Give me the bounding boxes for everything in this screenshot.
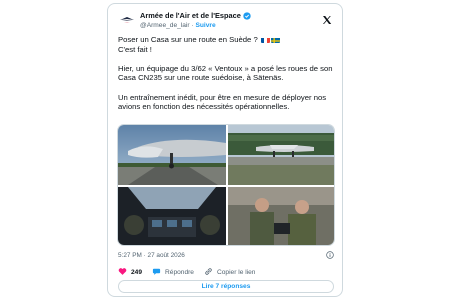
armee-air-espace-logo-icon[interactable] <box>118 11 136 29</box>
author-display-name[interactable]: Armée de l'Air et de l'Espace <box>140 11 241 20</box>
reply-button[interactable]: Répondre <box>152 267 194 278</box>
x-logo-icon[interactable] <box>322 12 332 24</box>
post-meta: 5:27 PM · 27 août 2026 <box>118 250 334 260</box>
post-header: Armée de l'Air et de l'Espace @Armee_de_… <box>118 10 334 34</box>
post-paragraph-3: Un entraînement inédit, pour être en mes… <box>118 92 327 112</box>
like-button[interactable]: 249 <box>118 267 142 278</box>
follow-button[interactable]: Suivre <box>195 22 215 29</box>
copy-link-label: Copier le lien <box>216 268 256 276</box>
author-block: Armée de l'Air et de l'Espace @Armee_de_… <box>140 11 251 29</box>
copy-link-button[interactable]: Copier le lien <box>204 267 255 278</box>
link-icon <box>204 267 213 278</box>
heart-icon <box>118 267 127 278</box>
media-grid <box>117 124 335 246</box>
reply-bubble-icon <box>152 267 161 278</box>
post-card: Armée de l'Air et de l'Espace @Armee_de_… <box>107 3 343 297</box>
crew-with-tablet-photo[interactable] <box>228 187 334 245</box>
reply-label: Répondre <box>165 268 194 276</box>
author-handle[interactable]: @Armee_de_lair <box>140 22 190 29</box>
read-replies-button[interactable]: Lire 7 réponses <box>118 280 334 293</box>
aircraft-nose-over-runway-photo[interactable] <box>118 125 226 185</box>
post-paragraph-2: Hier, un équipage du 3/62 « Ventoux » a … <box>118 63 333 83</box>
handle-separator: · <box>191 22 194 29</box>
post-date[interactable]: 27 août 2026 <box>148 252 185 259</box>
post-text-line2: C'est fait ! <box>118 44 152 54</box>
post-text-line1: Poser un Casa sur une route en Suède ? <box>118 35 260 44</box>
verified-badge-icon <box>243 11 251 20</box>
meta-separator: · <box>143 251 146 259</box>
sweden-flag-icon <box>270 37 280 43</box>
aircraft-on-road-photo[interactable] <box>228 125 334 185</box>
info-icon[interactable] <box>326 251 334 259</box>
post-text: Poser un Casa sur une route en Suède ? C… <box>118 35 336 121</box>
cockpit-crew-photo[interactable] <box>118 187 226 245</box>
france-flag-icon <box>260 37 270 43</box>
like-count: 249 <box>131 268 143 276</box>
action-bar: 249 Répondre Copier le lien <box>118 266 265 278</box>
read-replies-label: Lire 7 réponses <box>201 283 251 290</box>
post-time[interactable]: 5:27 PM <box>118 252 142 259</box>
